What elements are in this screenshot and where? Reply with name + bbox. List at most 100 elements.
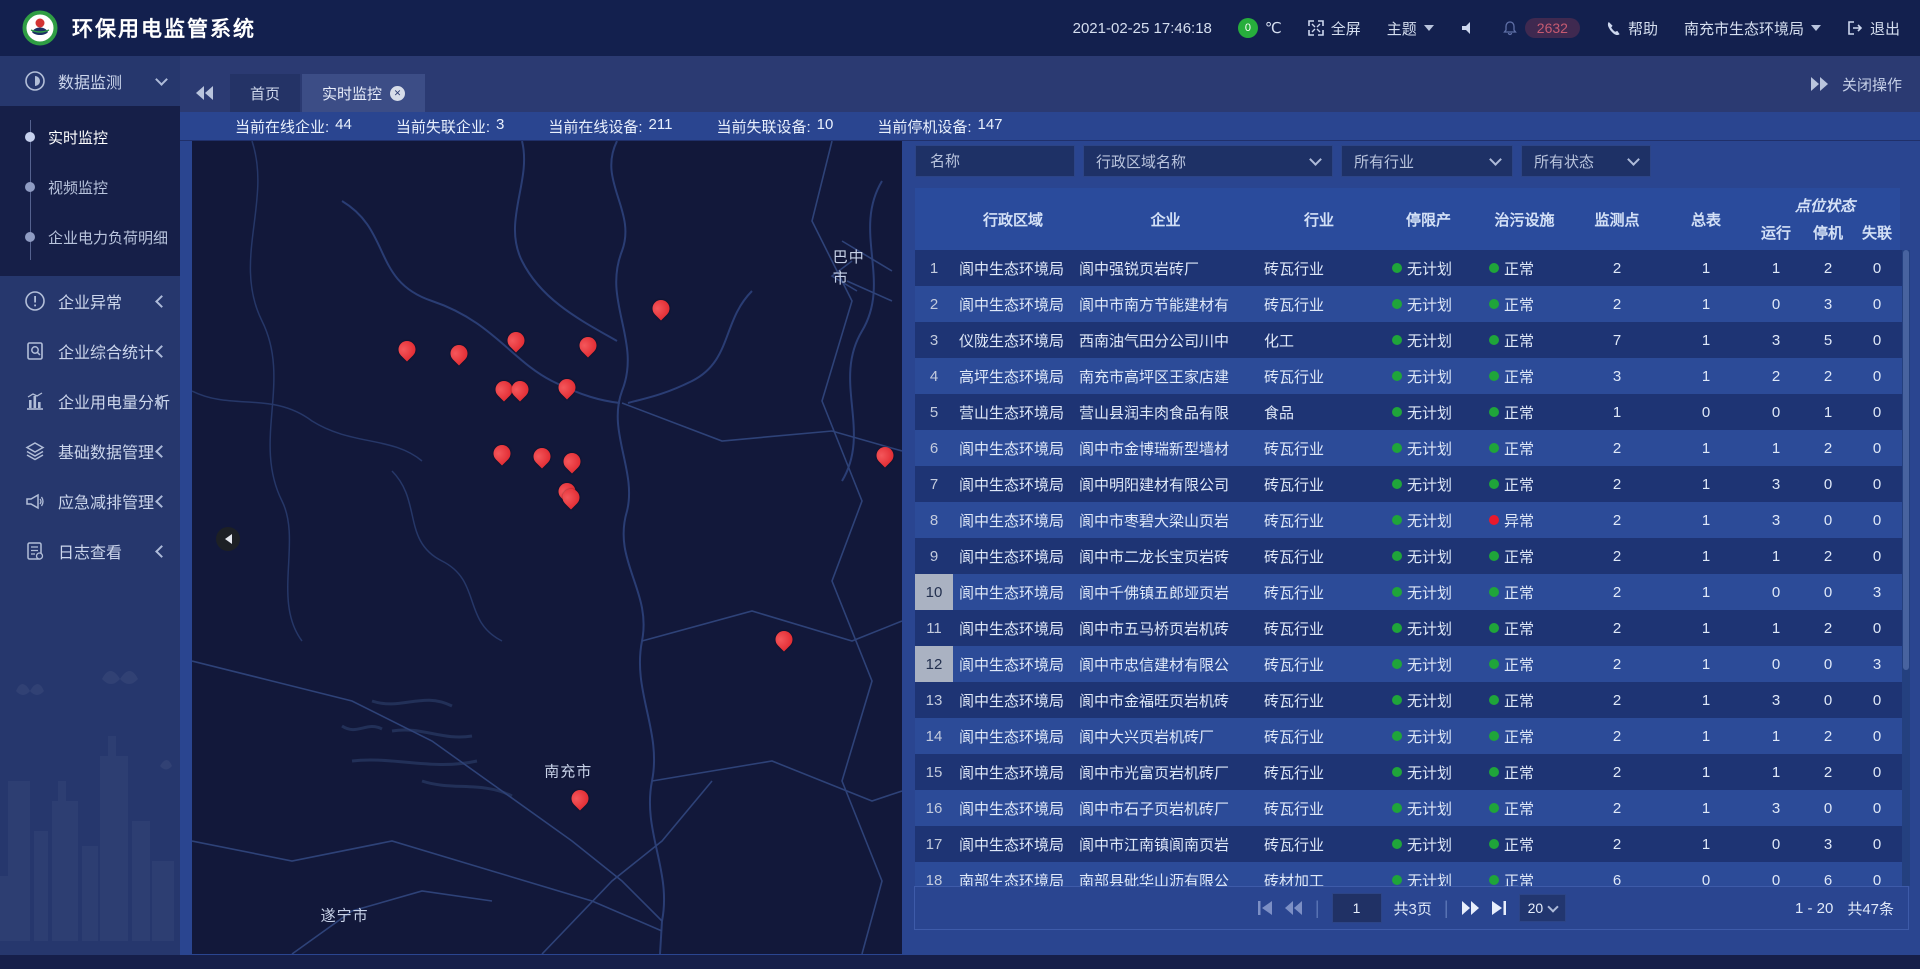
first-page-button[interactable]: [1257, 901, 1273, 915]
status-text: 无计划: [1407, 690, 1452, 711]
table-row[interactable]: 18南部生态环境局南部县砒华山沥有限公砖材加工无计划正常60060: [915, 862, 1910, 886]
row-points-cell: 7: [1572, 322, 1662, 358]
row-facility-status-cell: 正常: [1477, 250, 1572, 286]
row-region-cell: 阆中生态环境局: [953, 466, 1073, 502]
row-limit-status-cell: 无计划: [1380, 826, 1477, 862]
row-number-cell: 12: [915, 646, 953, 682]
page-number-input[interactable]: [1332, 893, 1382, 923]
col-header-points: 监测点: [1572, 188, 1662, 250]
bar-chart-icon: [24, 390, 46, 412]
chevron-down-icon: [1424, 25, 1434, 31]
sidebar-item-data-monitoring[interactable]: 数据监测: [0, 56, 180, 106]
close-tab-icon[interactable]: ✕: [390, 86, 405, 101]
table-row[interactable]: 17阆中生态环境局阆中市江南镇阆南页岩砖瓦行业无计划正常21030: [915, 826, 1910, 862]
row-region-cell: 阆中生态环境局: [953, 250, 1073, 286]
chevron-left-icon: [155, 345, 168, 358]
row-company-cell: 阆中市江南镇阆南页岩: [1073, 826, 1258, 862]
row-meters-cell: 1: [1662, 682, 1750, 718]
col-header-rownum: [915, 188, 953, 250]
row-company-cell: 阆中市南方节能建材有: [1073, 286, 1258, 322]
col-header-meters: 总表: [1662, 188, 1750, 250]
app-logo-icon: [22, 10, 58, 46]
row-limit-status-cell: 无计划: [1380, 574, 1477, 610]
next-page-button[interactable]: [1461, 901, 1479, 915]
row-company-cell: 西南油气田分公司川中: [1073, 322, 1258, 358]
sidebar-item-power-usage-analysis[interactable]: 企业用电量分析: [0, 376, 180, 426]
industry-filter-select[interactable]: 所有行业: [1341, 145, 1513, 177]
table-scrollbar[interactable]: [1902, 250, 1910, 886]
table-row[interactable]: 13阆中生态环境局阆中市金福旺页岩机砖砖瓦行业无计划正常21300: [915, 682, 1910, 718]
total-pages-label: 共3页: [1394, 898, 1432, 919]
fullscreen-button[interactable]: 全屏: [1308, 18, 1361, 39]
sound-mute-button[interactable]: [1460, 20, 1476, 36]
status-dot-green: [1489, 479, 1499, 489]
sidebar-item-enterprise-stats[interactable]: 企业综合统计: [0, 326, 180, 376]
theme-menu-button[interactable]: 主题: [1387, 18, 1434, 39]
name-filter-field[interactable]: [915, 145, 1075, 177]
region-filter-select[interactable]: 行政区域名称: [1083, 145, 1333, 177]
row-meters-cell: 1: [1662, 250, 1750, 286]
help-button[interactable]: 帮助: [1606, 18, 1658, 39]
last-page-button[interactable]: [1491, 901, 1507, 915]
tabs-scroll-left-button[interactable]: [180, 74, 230, 112]
table-row[interactable]: 15阆中生态环境局阆中市光富页岩机砖厂砖瓦行业无计划正常21120: [915, 754, 1910, 790]
table-row[interactable]: 11阆中生态环境局阆中市五马桥页岩机砖砖瓦行业无计划正常21120: [915, 610, 1910, 646]
row-company-cell: 阆中市二龙长宝页岩砖: [1073, 538, 1258, 574]
table-row[interactable]: 2阆中生态环境局阆中市南方节能建材有砖瓦行业无计划正常21030: [915, 286, 1910, 322]
table-row[interactable]: 8阆中生态环境局阆中市枣碧大梁山页岩砖瓦行业无计划异常21300: [915, 502, 1910, 538]
tab-realtime-monitor[interactable]: 实时监控 ✕: [302, 74, 425, 112]
status-text: 正常: [1504, 870, 1534, 887]
sidebar-item-base-data-mgmt[interactable]: 基础数据管理: [0, 426, 180, 476]
sidebar-item-log-view[interactable]: 日志查看: [0, 526, 180, 576]
status-dot-green: [1392, 659, 1402, 669]
table-row[interactable]: 3仪陇生态环境局西南油气田分公司川中化工无计划正常71350: [915, 322, 1910, 358]
table-row[interactable]: 12阆中生态环境局阆中市忠信建材有限公砖瓦行业无计划正常21003: [915, 646, 1910, 682]
status-dot-green: [1489, 407, 1499, 417]
close-operations-button[interactable]: 关闭操作: [1810, 56, 1920, 112]
name-filter-input[interactable]: [928, 152, 1062, 171]
panel-collapse-handle[interactable]: [216, 527, 240, 551]
org-user-menu[interactable]: 南充市生态环境局: [1684, 18, 1821, 39]
page-title: 环保用电监管系统: [72, 13, 256, 43]
col-header-region: 行政区域: [953, 188, 1073, 250]
sidebar-item-power-load-detail[interactable]: 企业电力负荷明细: [0, 212, 180, 262]
row-facility-status-cell: 异常: [1477, 502, 1572, 538]
row-stop-cell: 0: [1802, 790, 1854, 826]
table-row[interactable]: 10阆中生态环境局阆中千佛镇五郎垭页岩砖瓦行业无计划正常21003: [915, 574, 1910, 610]
bell-icon: [1502, 20, 1518, 36]
row-run-cell: 2: [1750, 358, 1802, 394]
row-stop-cell: 6: [1802, 862, 1854, 886]
row-company-cell: 阆中市忠信建材有限公: [1073, 646, 1258, 682]
table-row[interactable]: 9阆中生态环境局阆中市二龙长宝页岩砖砖瓦行业无计划正常21120: [915, 538, 1910, 574]
sidebar-item-video-monitor[interactable]: 视频监控: [0, 162, 180, 212]
tab-home[interactable]: 首页: [230, 74, 300, 112]
temperature-unit: ℃: [1265, 19, 1282, 37]
prev-page-button[interactable]: [1285, 901, 1303, 915]
row-points-cell: 2: [1572, 250, 1662, 286]
row-lost-cell: 0: [1854, 322, 1900, 358]
scrollbar-thumb[interactable]: [1903, 250, 1909, 670]
table-row[interactable]: 1阆中生态环境局阆中强锐页岩砖厂砖瓦行业无计划正常21120: [915, 250, 1910, 286]
submenu-bullet-icon: [25, 232, 35, 242]
table-row[interactable]: 16阆中生态环境局阆中市石子页岩机砖厂砖瓦行业无计划正常21300: [915, 790, 1910, 826]
status-filter-select[interactable]: 所有状态: [1521, 145, 1651, 177]
stat-label: 当前在线设备:: [548, 116, 642, 137]
table-row[interactable]: 6阆中生态环境局阆中市金博瑞新型墙材砖瓦行业无计划正常21120: [915, 430, 1910, 466]
chevron-down-icon: [1627, 153, 1640, 166]
logout-button[interactable]: 退出: [1847, 18, 1900, 39]
map-panel[interactable]: 巴中市南充市遂宁市: [192, 141, 902, 954]
status-text: 正常: [1504, 330, 1534, 351]
table-row[interactable]: 7阆中生态环境局阆中明阳建材有限公司砖瓦行业无计划正常21300: [915, 466, 1910, 502]
row-number-cell: 11: [915, 610, 953, 646]
row-industry-cell: 砖瓦行业: [1258, 502, 1380, 538]
row-region-cell: 阆中生态环境局: [953, 826, 1073, 862]
sidebar-item-label: 应急减排管理: [58, 489, 154, 513]
table-row[interactable]: 4高坪生态环境局南充市高坪区王家店建砖瓦行业无计划正常31220: [915, 358, 1910, 394]
notification-area[interactable]: 2632: [1502, 18, 1580, 38]
sidebar-item-emergency-reduction[interactable]: 应急减排管理: [0, 476, 180, 526]
sidebar-item-enterprise-abnormal[interactable]: 企业异常: [0, 276, 180, 326]
page-size-select[interactable]: 20: [1519, 894, 1567, 922]
table-row[interactable]: 5营山生态环境局营山县润丰肉食品有限食品无计划正常10010: [915, 394, 1910, 430]
table-row[interactable]: 14阆中生态环境局阆中大兴页岩机砖厂砖瓦行业无计划正常21120: [915, 718, 1910, 754]
sidebar-item-realtime-monitor[interactable]: 实时监控: [0, 112, 180, 162]
